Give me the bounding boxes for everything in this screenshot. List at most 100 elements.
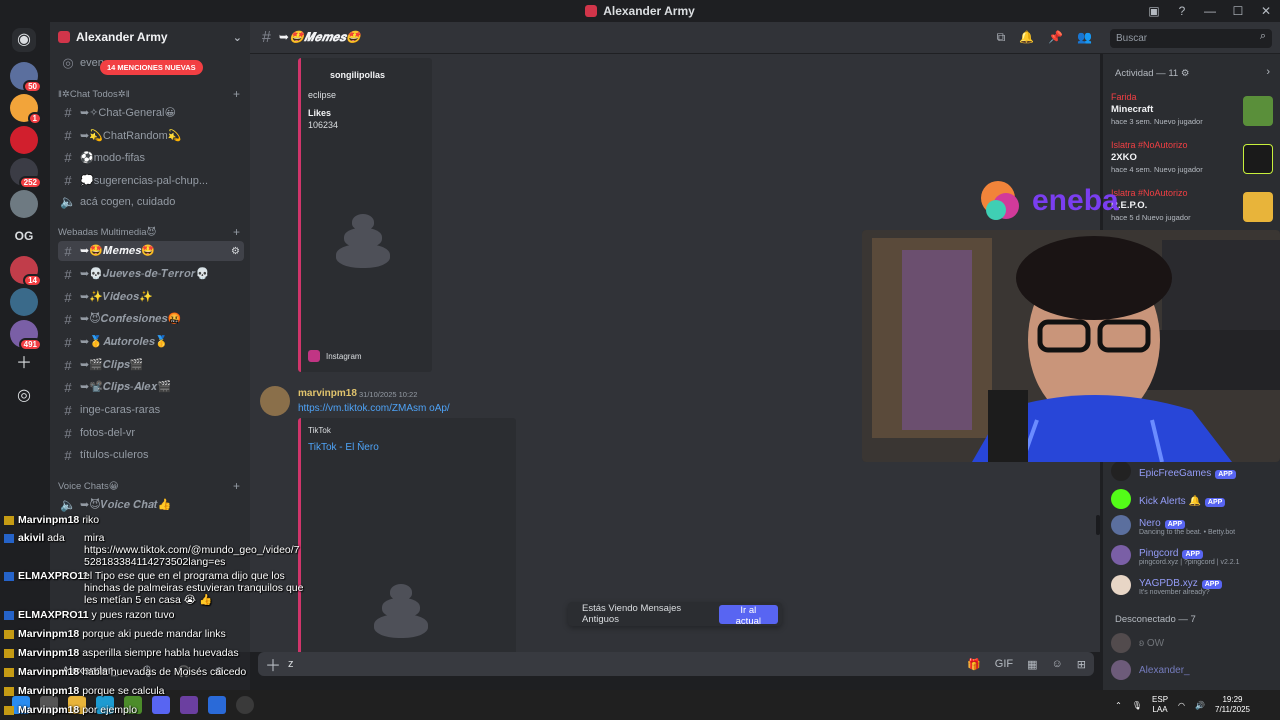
gif-icon[interactable]: GIF	[995, 658, 1013, 671]
message-input[interactable]	[288, 658, 888, 670]
server-header[interactable]: Alexander Army ⌄	[50, 22, 250, 52]
channel-jueves[interactable]: # ➥💀𝑱𝒖𝒆𝒗𝒆𝒔-𝒅𝒆-𝑻𝒆𝒓𝒓𝒐𝒓💀	[58, 264, 244, 284]
add-server-icon[interactable]: ＋	[12, 352, 36, 376]
stream-chat-line: Marvinpm18 habla huevadas de Moisés caic…	[4, 666, 246, 678]
member-item[interactable]: Pingcord APP pingcord.xyz | ?pingcord | v2…	[1111, 542, 1276, 568]
hash-icon: #	[64, 402, 72, 418]
category-webadas[interactable]: Webadas Multimedia😈 +	[58, 225, 244, 239]
server-icon[interactable]: 1	[10, 94, 42, 125]
server-icon[interactable]	[10, 190, 38, 218]
member-item[interactable]: Alexander_	[1111, 657, 1276, 683]
chevron-down-icon[interactable]: ⌄	[233, 31, 242, 44]
channel-chat-general[interactable]: # ➥✧Chat-General😀	[58, 102, 244, 122]
stream-chat-line: Marvinpm18 porque se calcula	[4, 685, 165, 697]
sticker-icon[interactable]: ▦	[1027, 658, 1037, 671]
emoji-icon[interactable]: ☺	[1052, 658, 1063, 671]
server-og[interactable]: OG	[10, 222, 38, 250]
explore-icon[interactable]: ◎	[12, 384, 36, 408]
channel-clips[interactable]: # ➥🎬𝑪𝒍𝒊𝒑𝒔🎬	[58, 355, 244, 375]
message-author[interactable]: marvinpm18	[298, 388, 357, 399]
channel-clips-alex[interactable]: # ➥📽️𝑪𝒍𝒊𝒑𝒔-𝑨𝒍𝒆𝒙🎬	[58, 377, 244, 397]
obs-icon[interactable]	[236, 696, 254, 714]
server-icon[interactable]: 252	[10, 158, 42, 189]
server-icon[interactable]	[10, 288, 38, 316]
attach-icon[interactable]: ＋	[258, 652, 288, 676]
apps-icon[interactable]: ⊞	[1077, 658, 1086, 671]
server-icon[interactable]: 50	[10, 62, 42, 93]
server-icon[interactable]: 14	[10, 256, 42, 287]
search-input[interactable]	[1110, 29, 1272, 48]
stream-chat-line: mira https://www.tiktok.com/@mundo_geo_/…	[84, 532, 300, 568]
broken-video-icon[interactable]	[374, 584, 430, 638]
chevron-up-icon[interactable]: ⌃	[1115, 701, 1122, 710]
channel-videos[interactable]: # ➥✨𝑽𝒊𝒅𝒆𝒐𝒔✨	[58, 287, 244, 307]
channel-modo-fifas[interactable]: # ⚽modo-fifas	[58, 147, 244, 167]
avatar[interactable]	[260, 386, 290, 416]
embed-author[interactable]: songilipollas	[330, 70, 385, 80]
discord-home-icon[interactable]: ◉	[12, 28, 36, 52]
stream-chat-line: Marvinpm18 asperilla siempre habla hueva…	[4, 647, 239, 659]
badge-icon	[4, 667, 14, 677]
close-button[interactable]: ✕	[1252, 4, 1280, 18]
app-icon[interactable]	[208, 696, 226, 714]
gift-icon[interactable]: 🎁	[967, 658, 981, 671]
composer-tools: 🎁 GIF ▦ ☺ ⊞	[967, 658, 1086, 671]
badge-icon	[4, 610, 14, 620]
mic-icon[interactable]: 🎙	[1132, 701, 1142, 710]
server-icon	[585, 5, 598, 17]
help-icon[interactable]: ?	[1168, 4, 1196, 18]
badge-icon	[4, 686, 14, 696]
chevron-right-icon[interactable]: ›	[1266, 66, 1270, 78]
app-icon[interactable]	[180, 696, 198, 714]
category-chat-todos[interactable]: ‖✲Chat Todos✲‖ +	[58, 87, 244, 101]
channel-titulos[interactable]: # títulos-culeros	[58, 445, 244, 465]
category-voice[interactable]: Voice Chats😀 +	[58, 479, 244, 493]
add-channel-icon[interactable]: +	[233, 479, 240, 493]
inbox-icon[interactable]: ▣	[1140, 4, 1168, 18]
add-channel-icon[interactable]: +	[233, 225, 240, 239]
calendar-icon: ◎	[62, 55, 74, 70]
channel-fotos[interactable]: # fotos-del-vr	[58, 423, 244, 443]
channel-inge-caras[interactable]: # inge-caras-raras	[58, 400, 244, 420]
maximize-button[interactable]: ☐	[1224, 4, 1252, 18]
channel-aca-cogen[interactable]: 🔈 acá cogen, cuidado	[58, 192, 244, 212]
pin-icon[interactable]: 📌	[1048, 30, 1063, 45]
channel-autoroles[interactable]: # ➥🥇𝑨𝒖𝒕𝒐𝒓𝒐𝒍𝒆𝒔🥇	[58, 332, 244, 352]
scrollbar[interactable]	[1096, 515, 1100, 535]
game-thumbnail	[1243, 192, 1273, 222]
stream-chat-line: Marvinpm18 porque aki puede mandar links	[4, 628, 226, 640]
jump-to-present-button[interactable]: Ir al actual	[718, 604, 778, 627]
embed-field-value: 106234	[308, 120, 339, 130]
eneba-logo-text: eneba	[1032, 184, 1119, 217]
threads-icon[interactable]: ⧉	[997, 30, 1006, 45]
member-item[interactable]: Kick Alerts 🔔 APP	[1111, 486, 1276, 512]
activity-item[interactable]: Farida Minecraft hace 3 sem. Nuevo jugad…	[1111, 92, 1273, 136]
discord-icon[interactable]	[152, 696, 170, 714]
bell-icon[interactable]: 🔔	[1019, 30, 1034, 45]
volume-icon[interactable]: 🔊	[1195, 701, 1205, 710]
embed-title[interactable]: TikTok - El Ñero	[308, 442, 379, 453]
add-channel-icon[interactable]: +	[233, 87, 240, 101]
new-mentions-pill[interactable]: 14 MENCIONES NUEVAS	[100, 60, 203, 75]
channel-settings-icon[interactable]: ⚙	[231, 246, 240, 257]
channel-voice-chat[interactable]: 🔈 ➥😈𝑽𝒐𝒊𝒄𝒆 𝑪𝒉𝒂𝒕👍	[58, 495, 244, 515]
wifi-icon[interactable]: ◠	[1178, 701, 1185, 710]
server-icon[interactable]: 491	[10, 320, 42, 351]
message-link[interactable]: https://vm.tiktok.com/ZMAsm oAp/	[298, 403, 450, 414]
member-item[interactable]: ʚ OW	[1111, 630, 1276, 656]
minimize-button[interactable]: —	[1196, 4, 1224, 18]
server-icon[interactable]	[10, 126, 38, 154]
channel-chat-random[interactable]: # ➥💫ChatRandom💫	[58, 125, 244, 145]
channel-confesiones[interactable]: # ➥😈𝑪𝒐𝒏𝒇𝒆𝒔𝒊𝒐𝒏𝒆𝒔🤬	[58, 309, 244, 329]
members-icon[interactable]: 👥	[1077, 30, 1092, 45]
language-indicator[interactable]: ESP LAA	[1152, 695, 1168, 715]
channel-sugerencias[interactable]: # 💭sugerencias-pal-chup...	[58, 170, 244, 190]
instagram-embed: songilipollas eclipse Likes 106234 Insta…	[298, 58, 432, 372]
clock[interactable]: 19:29 7/11/2025	[1215, 695, 1250, 715]
channel-memes[interactable]: # ➥🤩𝑴𝒆𝒎𝒆𝒔🤩 ⚙	[58, 241, 244, 261]
member-item[interactable]: YAGPDB.xyz APP It's november already?	[1111, 572, 1276, 598]
member-item[interactable]: Nero APP Dancing to the beat. • Betty.bot	[1111, 512, 1276, 538]
message-timestamp: 31/10/2025 10:22	[359, 390, 418, 399]
stream-chat-line: el Tipo ese que en el programa dijo que …	[84, 570, 304, 606]
hash-icon: #	[64, 379, 72, 395]
